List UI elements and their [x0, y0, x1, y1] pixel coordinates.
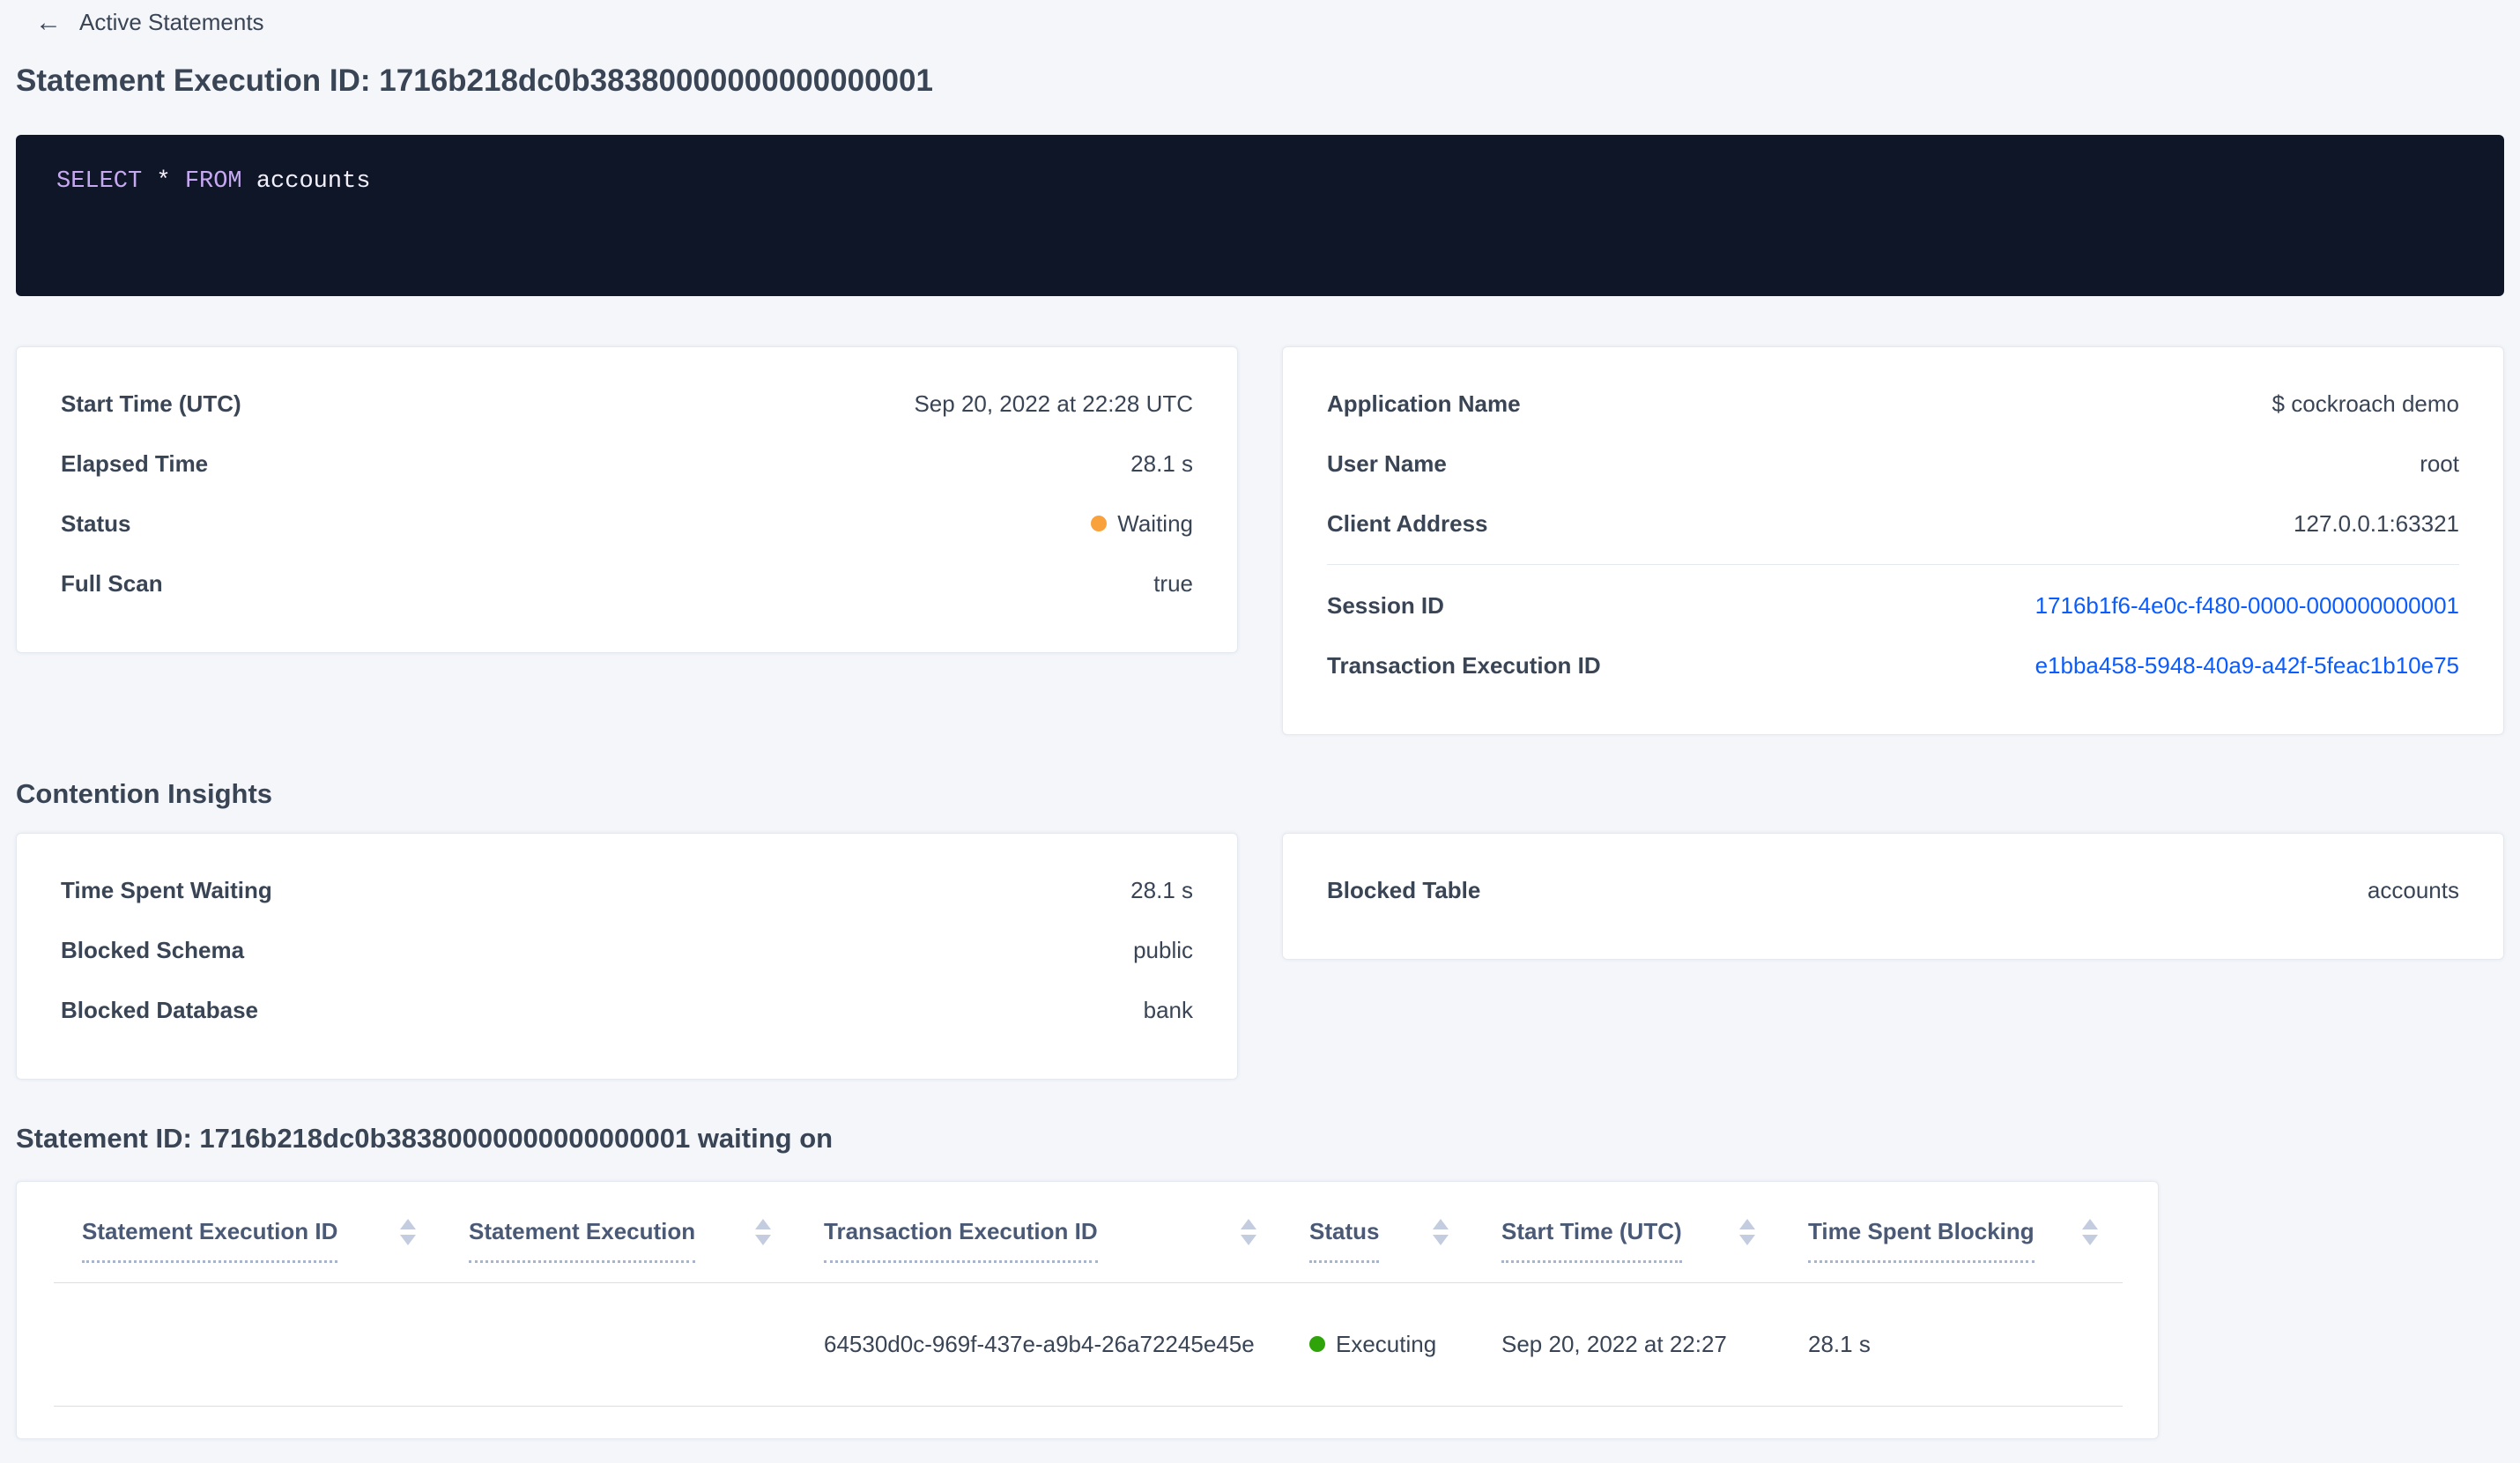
sort-icon[interactable] [1739, 1218, 1755, 1245]
time-spent-waiting-value: 28.1 s [1130, 876, 1193, 903]
column-header-statement-execution[interactable]: Statement Execution [441, 1182, 796, 1283]
time-spent-waiting-label: Time Spent Waiting [61, 876, 272, 903]
column-header-time-spent-blocking[interactable]: Time Spent Blocking [1780, 1182, 2123, 1283]
start-time-row: Start Time (UTC) Sep 20, 2022 at 22:28 U… [61, 374, 1193, 434]
contention-cards-row: Time Spent Waiting 28.1 s Blocked Schema… [16, 833, 2504, 1080]
sql-star: * [142, 168, 185, 195]
sort-icon[interactable] [755, 1218, 771, 1245]
user-name-label: User Name [1327, 449, 1447, 477]
column-header-start-time[interactable]: Start Time (UTC) [1473, 1182, 1780, 1283]
back-to-active-statements-link[interactable]: ← Active Statements [35, 9, 264, 36]
column-header-statement-execution-id[interactable]: Statement Execution ID [54, 1182, 441, 1283]
sort-icon[interactable] [400, 1218, 416, 1245]
application-name-value: $ cockroach demo [2272, 390, 2459, 417]
status-row: Status Waiting [61, 494, 1193, 553]
time-spent-waiting-row: Time Spent Waiting 28.1 s [61, 860, 1193, 920]
sql-statement-box: SELECT * FROM accounts [16, 135, 2504, 296]
session-summary-card: Application Name $ cockroach demo User N… [1282, 346, 2504, 735]
client-address-label: Client Address [1327, 509, 1488, 537]
status-waiting-text: Waiting [1117, 509, 1193, 537]
blocked-schema-label: Blocked Schema [61, 936, 245, 963]
application-name-row: Application Name $ cockroach demo [1327, 374, 2459, 434]
transaction-execution-id-label: Transaction Execution ID [1327, 651, 1601, 679]
transaction-execution-id-link[interactable]: e1bba458-5948-40a9-a42f-5feac1b10e75 [2035, 652, 2459, 680]
column-header-status-label: Status [1309, 1218, 1380, 1264]
column-header-transaction-execution-id-label: Transaction Execution ID [824, 1218, 1098, 1264]
status-executing-text: Executing [1336, 1330, 1437, 1357]
elapsed-time-label: Elapsed Time [61, 449, 209, 477]
blocked-table-label: Blocked Table [1327, 876, 1481, 903]
contention-insights-heading: Contention Insights [16, 778, 273, 809]
full-scan-value: true [1153, 569, 1193, 597]
sort-icon[interactable] [1433, 1218, 1449, 1245]
waiting-on-table-card: Statement Execution ID Statement Executi… [16, 1181, 2159, 1439]
summary-cards-row: Start Time (UTC) Sep 20, 2022 at 22:28 U… [16, 346, 2504, 735]
blocked-database-value: bank [1143, 996, 1193, 1023]
blocked-database-row: Blocked Database bank [61, 980, 1193, 1040]
page-title: Statement Execution ID: 1716b218dc0b3838… [16, 63, 933, 98]
back-arrow-icon: ← [35, 7, 62, 37]
elapsed-time-row: Elapsed Time 28.1 s [61, 434, 1193, 494]
status-waiting-dot-icon [1091, 516, 1108, 531]
status-executing-dot-icon [1309, 1336, 1325, 1352]
blocked-table-row: Blocked Table accounts [1327, 860, 2459, 920]
blocked-table-card: Blocked Table accounts [1282, 833, 2504, 960]
full-scan-label: Full Scan [61, 569, 163, 597]
column-header-statement-execution-label: Statement Execution [469, 1218, 696, 1264]
waiting-on-table: Statement Execution ID Statement Executi… [54, 1182, 2123, 1407]
sql-table-name: accounts [241, 168, 371, 195]
status-label: Status [61, 509, 131, 537]
cell-transaction-execution-id: 64530d0c-969f-437e-a9b4-26a72245e45e [796, 1282, 1281, 1407]
waiting-on-heading: Statement ID: 1716b218dc0b38380000000000… [16, 1123, 834, 1154]
transaction-execution-id-row: Transaction Execution ID e1bba458-5948-4… [1327, 635, 2459, 695]
session-card-divider [1327, 564, 2459, 565]
statement-execution-details-page: ← Active Statements Statement Execution … [0, 9, 2520, 1463]
application-name-label: Application Name [1327, 390, 1521, 417]
contention-details-card: Time Spent Waiting 28.1 s Blocked Schema… [16, 833, 1238, 1080]
blocked-schema-row: Blocked Schema public [61, 920, 1193, 980]
sql-keyword-select: SELECT [56, 168, 143, 195]
sort-icon[interactable] [2082, 1218, 2098, 1245]
cell-statement-execution [441, 1282, 796, 1407]
execution-summary-card: Start Time (UTC) Sep 20, 2022 at 22:28 U… [16, 346, 1238, 653]
cell-statement-execution-id [54, 1282, 441, 1407]
full-scan-row: Full Scan true [61, 553, 1193, 613]
column-header-start-time-label: Start Time (UTC) [1501, 1218, 1682, 1264]
start-time-value: Sep 20, 2022 at 22:28 UTC [914, 390, 1193, 417]
sql-keyword-from: FROM [184, 168, 242, 195]
table-row: 64530d0c-969f-437e-a9b4-26a72245e45e Exe… [54, 1282, 2123, 1407]
session-id-link[interactable]: 1716b1f6-4e0c-f480-0000-000000000001 [2035, 592, 2459, 620]
elapsed-time-value: 28.1 s [1130, 449, 1193, 477]
blocked-database-label: Blocked Database [61, 996, 258, 1023]
client-address-value: 127.0.0.1:63321 [2294, 509, 2459, 537]
user-name-row: User Name root [1327, 434, 2459, 494]
column-header-transaction-execution-id[interactable]: Transaction Execution ID [796, 1182, 1281, 1283]
session-id-label: Session ID [1327, 591, 1444, 619]
blocked-table-value: accounts [2367, 876, 2459, 903]
start-time-label: Start Time (UTC) [61, 390, 241, 417]
cell-time-spent-blocking: 28.1 s [1780, 1282, 2123, 1407]
sort-icon[interactable] [1241, 1218, 1256, 1245]
blocked-schema-value: public [1133, 936, 1193, 963]
user-name-value: root [2420, 449, 2459, 477]
table-header-row: Statement Execution ID Statement Executi… [54, 1182, 2123, 1283]
cell-status: Executing [1281, 1282, 1473, 1407]
column-header-time-spent-blocking-label: Time Spent Blocking [1808, 1218, 2035, 1264]
client-address-row: Client Address 127.0.0.1:63321 [1327, 494, 2459, 553]
session-id-row: Session ID 1716b1f6-4e0c-f480-0000-00000… [1327, 576, 2459, 635]
column-header-status[interactable]: Status [1281, 1182, 1473, 1283]
column-header-statement-execution-id-label: Statement Execution ID [82, 1218, 338, 1264]
status-value: Waiting [1091, 510, 1193, 538]
back-link-label: Active Statements [79, 9, 264, 35]
cell-start-time: Sep 20, 2022 at 22:27 [1473, 1282, 1780, 1407]
